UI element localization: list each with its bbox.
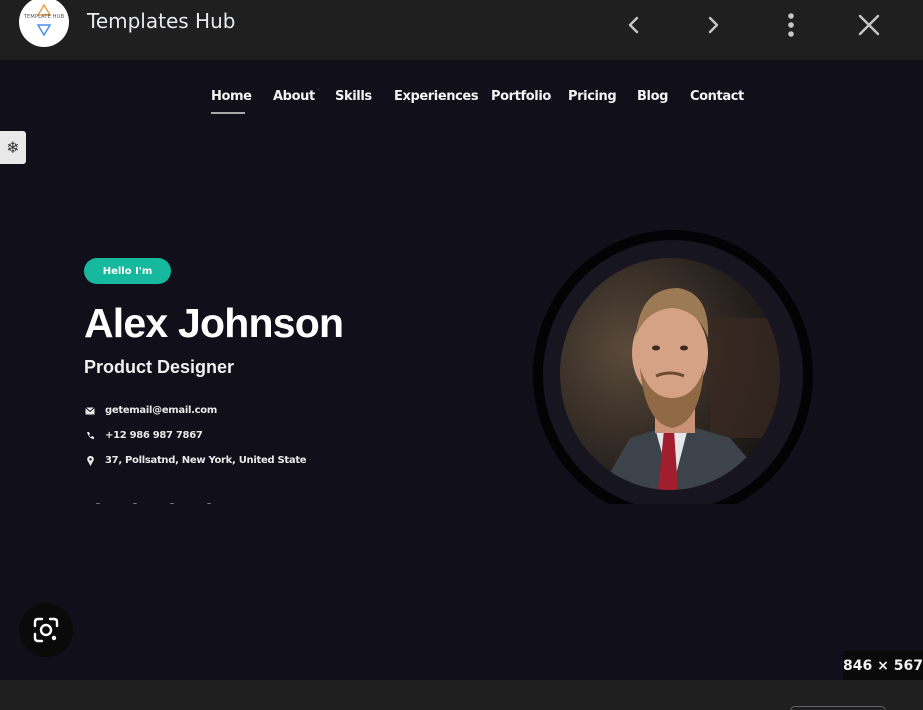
map-pin-icon (84, 455, 96, 466)
next-button[interactable] (696, 8, 730, 42)
active-nav-underline (211, 112, 245, 114)
site-title[interactable]: Templates Hub (87, 9, 235, 33)
hero-role: Product Designer (84, 357, 235, 377)
snowflake-icon[interactable]: ❄ (0, 131, 26, 164)
profile-photo (560, 258, 780, 490)
preview-lower-band (0, 504, 923, 680)
template-hub-logo-icon (36, 3, 52, 37)
viewer-header: TEMPLATE HUB Templates Hub (0, 0, 923, 60)
contact-phone-text: +12 986 987 7867 (105, 430, 203, 441)
nav-experiences[interactable]: Experiences (394, 89, 479, 104)
previous-button[interactable] (617, 8, 651, 42)
contact-email: getemail@email.com (84, 405, 217, 416)
nav-portfolio[interactable]: Portfolio (491, 89, 551, 104)
contact-phone: +12 986 987 7867 (84, 430, 203, 441)
site-logo[interactable]: TEMPLATE HUB (19, 0, 69, 47)
contact-address: 37, Pollsatnd, New York, United State (84, 455, 307, 466)
more-vertical-icon (788, 13, 794, 37)
google-lens-icon (33, 617, 59, 643)
google-lens-button[interactable] (19, 603, 73, 657)
nav-skills[interactable]: Skills (335, 89, 372, 104)
close-button[interactable] (852, 8, 886, 42)
footer-pill-button[interactable] (790, 706, 886, 710)
phone-icon (84, 431, 96, 441)
viewer-footer (0, 680, 923, 710)
image-dimensions-badge: 846 × 567 (843, 651, 923, 680)
chevron-left-icon (628, 16, 639, 34)
hero-name: Alex Johnson (84, 300, 344, 346)
close-icon (858, 14, 880, 36)
nav-contact[interactable]: Contact (690, 89, 744, 104)
chevron-right-icon (708, 16, 719, 34)
logo-text: TEMPLATE HUB (23, 14, 65, 20)
image-preview[interactable]: Home About Skills Experiences Portfolio … (0, 60, 923, 680)
contact-address-text: 37, Pollsatnd, New York, United State (105, 455, 307, 466)
nav-about[interactable]: About (273, 89, 315, 104)
nav-home[interactable]: Home (211, 89, 252, 104)
greeting-badge: Hello I'm (84, 258, 171, 284)
portrait-frame (530, 220, 820, 504)
nav-blog[interactable]: Blog (637, 89, 668, 104)
more-options-button[interactable] (774, 8, 808, 42)
contact-email-text: getemail@email.com (105, 405, 217, 416)
nav-pricing[interactable]: Pricing (568, 89, 617, 104)
envelope-icon (84, 406, 96, 416)
